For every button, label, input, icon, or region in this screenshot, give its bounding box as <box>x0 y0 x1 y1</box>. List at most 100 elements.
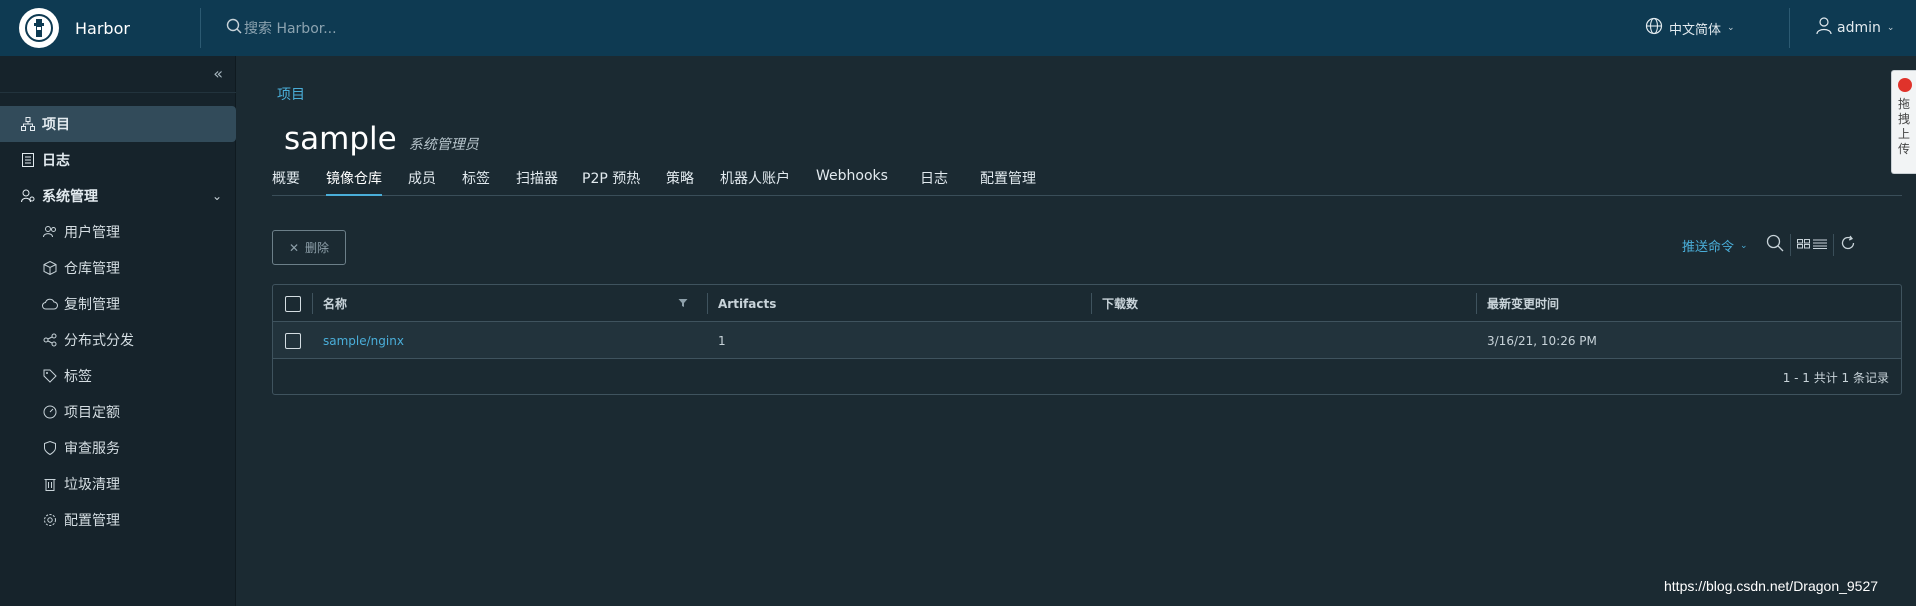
gear-icon <box>42 513 58 527</box>
column-header-updated[interactable]: 最新变更时间 <box>1487 285 1559 322</box>
tab-policy[interactable]: 策略 <box>666 168 694 196</box>
sidebar-item-label: 垃圾清理 <box>64 477 120 493</box>
delete-label: 删除 <box>305 241 330 255</box>
column-header-artifacts[interactable]: Artifacts <box>718 285 776 322</box>
users-icon <box>42 226 58 238</box>
language-selector[interactable]: 中文简体 ⌄ <box>1645 0 1735 56</box>
delete-button[interactable]: ✕ 删除 <box>272 230 346 265</box>
minus-icon <box>1898 78 1912 92</box>
log-icon <box>20 153 36 167</box>
sidebar-item-distributions[interactable]: 分布式分发 <box>0 322 236 358</box>
sidebar-item-label: 配置管理 <box>64 513 120 529</box>
top-header: Harbor 搜索 Harbor... 中文简体 ⌄ admin ⌄ <box>0 0 1916 56</box>
distribution-icon <box>42 333 58 347</box>
user-icon <box>1816 17 1832 39</box>
brand-name: Harbor <box>75 18 130 38</box>
sidebar-item-label: 日志 <box>42 153 70 169</box>
chevron-down-icon: ⌄ <box>211 189 222 203</box>
row-checkbox-cell <box>285 322 301 359</box>
sidebar-item-interrogation[interactable]: 审查服务 <box>0 430 236 466</box>
list-view-icon[interactable] <box>1813 238 1827 253</box>
sidebar-item-configuration[interactable]: 配置管理 <box>0 502 236 538</box>
search-icon[interactable] <box>1766 234 1784 256</box>
admin-icon <box>20 189 36 203</box>
user-menu[interactable]: admin ⌄ <box>1816 0 1894 56</box>
sidebar-divider <box>0 92 236 93</box>
toolbar-divider <box>1833 234 1834 256</box>
quota-icon <box>42 405 58 419</box>
card-view-icon[interactable] <box>1797 238 1811 253</box>
tab-scanner[interactable]: 扫描器 <box>516 168 558 196</box>
search-icon <box>226 18 242 38</box>
tab-labels[interactable]: 标签 <box>462 168 490 196</box>
chevron-down-icon: ⌄ <box>1727 23 1735 33</box>
updated-time: 3/16/21, 10:26 PM <box>1487 333 1597 348</box>
select-all-checkbox-cell <box>285 285 301 322</box>
repository-table: 名称 Artifacts 下载数 最新变更时间 sample/nginx 1 3… <box>272 284 1902 395</box>
push-command-dropdown[interactable]: 推送命令 ⌄ <box>1682 236 1748 255</box>
header-divider <box>1789 8 1790 48</box>
sidebar-item-label: 审查服务 <box>64 441 120 457</box>
breadcrumb[interactable]: 项目 <box>277 84 305 104</box>
select-all-checkbox[interactable] <box>285 295 301 312</box>
collapse-sidebar-icon[interactable]: « <box>213 64 223 83</box>
refresh-icon[interactable] <box>1840 235 1856 255</box>
sidebar-item-logs[interactable]: 日志 <box>0 142 236 178</box>
tab-members[interactable]: 成员 <box>408 168 436 196</box>
toolbar-icons <box>1766 234 1856 256</box>
brand[interactable]: Harbor <box>0 0 200 56</box>
trash-icon <box>42 477 58 491</box>
replication-icon <box>42 298 58 310</box>
table-header: 名称 Artifacts 下载数 最新变更时间 <box>273 285 1901 322</box>
sidebar-item-projects[interactable]: 项目 <box>0 106 236 142</box>
tab-configuration[interactable]: 配置管理 <box>980 168 1036 196</box>
globe-icon <box>1645 17 1663 39</box>
header-divider <box>200 8 201 48</box>
tab-webhooks[interactable]: Webhooks <box>816 168 888 196</box>
sidebar-item-label: 复制管理 <box>64 297 120 313</box>
sidebar-item-quotas[interactable]: 项目定额 <box>0 394 236 430</box>
upload-widget-label: 拖拽上传 <box>1898 97 1911 156</box>
column-header-name[interactable]: 名称 <box>323 285 347 322</box>
sidebar-item-label: 项目定额 <box>64 405 120 421</box>
tab-robot-accounts[interactable]: 机器人账户 <box>720 168 790 196</box>
sidebar-item-label: 用户管理 <box>64 225 120 241</box>
sidebar: « 项目 日志 系统管理 ⌄ 用户管理 仓库管理 复制管理 分布式分发 标签 项… <box>0 56 236 606</box>
tab-logs[interactable]: 日志 <box>920 168 948 196</box>
column-header-downloads[interactable]: 下载数 <box>1102 285 1138 322</box>
sidebar-item-label: 分布式分发 <box>64 333 134 349</box>
tab-repositories[interactable]: 镜像仓库 <box>326 168 382 196</box>
watermark: https://blog.csdn.net/Dragon_9527 <box>1664 578 1879 594</box>
column-divider <box>1476 293 1477 314</box>
global-search[interactable]: 搜索 Harbor... <box>226 18 626 38</box>
tab-p2p-preheat[interactable]: P2P 预热 <box>582 168 640 196</box>
column-divider <box>312 293 313 314</box>
artifacts-count: 1 <box>718 333 726 348</box>
sidebar-item-label: 仓库管理 <box>64 261 120 277</box>
push-command-label: 推送命令 <box>1682 240 1735 255</box>
column-divider <box>1091 293 1092 314</box>
sidebar-item-labels[interactable]: 标签 <box>0 358 236 394</box>
row-checkbox[interactable] <box>285 332 301 349</box>
username: admin <box>1837 20 1881 36</box>
close-icon: ✕ <box>288 240 300 255</box>
language-label: 中文简体 <box>1669 22 1722 38</box>
table-row[interactable]: sample/nginx 1 3/16/21, 10:26 PM <box>273 322 1901 359</box>
column-divider <box>707 293 708 314</box>
upload-widget[interactable]: 拖拽上传 <box>1891 70 1916 174</box>
project-tabs: 概要 镜像仓库 成员 标签 扫描器 P2P 预热 策略 机器人账户 Webhoo… <box>272 168 1902 196</box>
sidebar-item-label: 系统管理 <box>42 189 98 205</box>
sidebar-item-gc[interactable]: 垃圾清理 <box>0 466 236 502</box>
filter-icon[interactable] <box>678 297 688 312</box>
tab-summary[interactable]: 概要 <box>272 168 300 196</box>
pagination-summary: 1 - 1 共计 1 条记录 <box>1782 371 1889 385</box>
toolbar-divider <box>1790 234 1791 256</box>
sidebar-item-administration[interactable]: 系统管理 ⌄ <box>0 178 236 214</box>
sidebar-item-registries[interactable]: 仓库管理 <box>0 250 236 286</box>
sidebar-item-users[interactable]: 用户管理 <box>0 214 236 250</box>
sidebar-item-replications[interactable]: 复制管理 <box>0 286 236 322</box>
project-role: 系统管理员 <box>408 137 479 153</box>
harbor-logo-icon <box>19 8 59 48</box>
chevron-down-icon: ⌄ <box>1740 240 1748 251</box>
repository-name-link[interactable]: sample/nginx <box>323 322 404 359</box>
